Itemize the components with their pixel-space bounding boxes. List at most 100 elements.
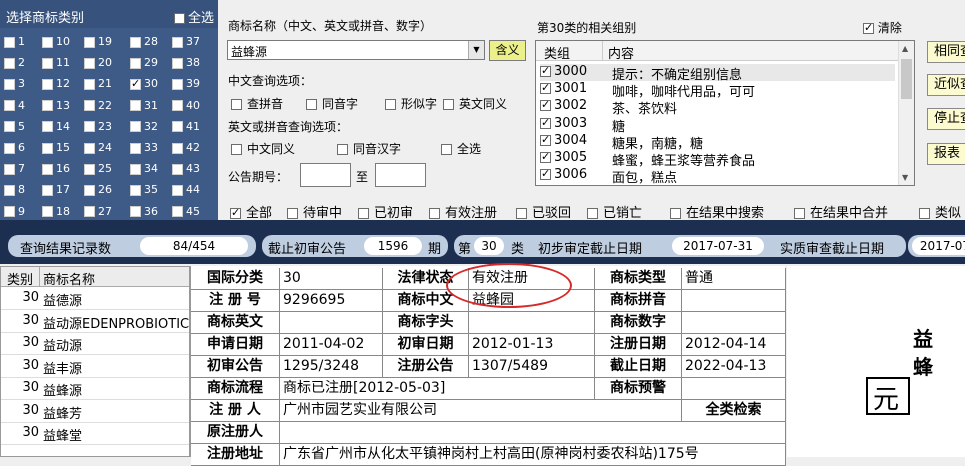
class-option-24[interactable]: 24 (84, 141, 112, 154)
cn-option-checkbox[interactable] (443, 99, 454, 110)
filter-6[interactable]: 在结果中搜索 (670, 202, 764, 221)
class-option-2[interactable]: 2 (4, 56, 25, 69)
group-checkbox[interactable] (540, 81, 551, 95)
class-option-25[interactable]: 25 (84, 162, 112, 175)
class-option-41[interactable]: 41 (172, 120, 200, 133)
class-checkbox[interactable] (42, 36, 53, 48)
same-search-button[interactable]: 相同查 (927, 41, 965, 63)
class-option-29[interactable]: 29 (130, 56, 158, 69)
class-option-20[interactable]: 20 (84, 56, 112, 69)
group-row[interactable]: 3000提示：不确定组别信息 (540, 64, 895, 83)
class-checkbox[interactable] (42, 100, 53, 112)
class-checkbox[interactable] (4, 206, 15, 218)
class-option-19[interactable]: 19 (84, 35, 112, 48)
class-option-28[interactable]: 28 (130, 35, 158, 48)
class-option-3[interactable]: 3 (4, 77, 25, 90)
similar-search-button[interactable]: 近似查 (927, 74, 965, 96)
class-checkbox[interactable] (130, 36, 141, 48)
class-option-4[interactable]: 4 (4, 99, 25, 112)
filter-5[interactable]: 已销亡 (587, 202, 642, 221)
class-checkbox[interactable] (4, 163, 15, 175)
class-checkbox[interactable] (172, 184, 183, 196)
cn-option-checkbox[interactable] (231, 99, 242, 110)
scroll-down-icon[interactable]: ▼ (902, 173, 908, 182)
filter-checkbox[interactable] (230, 206, 241, 220)
list-item[interactable]: 30 益丰源 (1, 355, 189, 378)
cn-option-3[interactable]: 英文同义 (443, 95, 507, 112)
class-checkbox[interactable] (84, 206, 95, 218)
filter-2[interactable]: 已初审 (358, 202, 413, 221)
class-option-21[interactable]: 21 (84, 77, 112, 90)
all-class-search-button[interactable]: 全类检索 (682, 400, 786, 422)
class-option-1[interactable]: 1 (4, 35, 25, 48)
class-checkbox[interactable] (130, 206, 141, 218)
class-checkbox[interactable] (172, 142, 183, 154)
class-checkbox[interactable] (172, 36, 183, 48)
class-option-16[interactable]: 16 (42, 162, 70, 175)
list-item[interactable]: 30 益动源 (1, 332, 189, 355)
filter-checkbox[interactable] (587, 208, 598, 219)
class-option-40[interactable]: 40 (172, 99, 200, 112)
class-option-15[interactable]: 15 (42, 141, 70, 154)
filter-checkbox[interactable] (794, 208, 805, 219)
class-checkbox[interactable] (84, 100, 95, 112)
class-checkbox[interactable] (42, 163, 53, 175)
class-option-30[interactable]: 30 (130, 77, 158, 91)
class-checkbox[interactable] (84, 163, 95, 175)
class-checkbox[interactable] (130, 142, 141, 154)
class-option-17[interactable]: 17 (42, 183, 70, 196)
class-option-5[interactable]: 5 (4, 120, 25, 133)
class-option-31[interactable]: 31 (130, 99, 158, 112)
group-checkbox[interactable] (540, 116, 551, 130)
class-option-32[interactable]: 32 (130, 120, 158, 133)
group-list-scrollbar[interactable]: ▲ ▼ (898, 41, 914, 185)
list-item[interactable]: 30 益蜂芳 (1, 400, 189, 423)
class-checkbox[interactable] (172, 121, 183, 133)
class-checkbox[interactable] (84, 57, 95, 69)
en-option-2[interactable]: 全选 (441, 140, 481, 157)
class-checkbox[interactable] (4, 100, 15, 112)
stop-search-button[interactable]: 停止查 (927, 108, 965, 130)
list-item[interactable]: 30 益德源 (1, 287, 189, 310)
class-checkbox[interactable] (4, 36, 15, 48)
filter-checkbox[interactable] (358, 208, 369, 219)
class-checkbox[interactable] (130, 163, 141, 175)
class-checkbox[interactable] (84, 184, 95, 196)
report-button[interactable]: 报表 (927, 143, 965, 165)
class-option-34[interactable]: 34 (130, 162, 158, 175)
group-checkbox[interactable] (540, 64, 551, 78)
cn-option-checkbox[interactable] (306, 99, 317, 110)
en-option-checkbox[interactable] (441, 144, 452, 155)
clear-option[interactable]: 清除 (863, 19, 902, 36)
class-option-18[interactable]: 18 (42, 205, 70, 218)
class-checkbox[interactable] (84, 78, 95, 90)
class-option-22[interactable]: 22 (84, 99, 112, 112)
class-checkbox[interactable] (4, 121, 15, 133)
class-checkbox[interactable] (42, 78, 53, 90)
filter-checkbox[interactable] (919, 208, 930, 219)
class-checkbox[interactable] (4, 184, 15, 196)
class-option-11[interactable]: 11 (42, 56, 70, 69)
class-checkbox[interactable] (42, 57, 53, 69)
class-option-26[interactable]: 26 (84, 183, 112, 196)
class-checkbox[interactable] (42, 121, 53, 133)
class-checkbox[interactable] (84, 142, 95, 154)
group-checkbox[interactable] (540, 167, 551, 181)
select-all-checkbox[interactable] (173, 13, 185, 24)
class-checkbox[interactable] (42, 206, 53, 218)
class-checkbox[interactable] (130, 77, 141, 91)
class-checkbox[interactable] (130, 57, 141, 69)
result-list[interactable]: 类别 商标名称 30 益德源 30 益动源EDENPROBIOTIC 30 益动源 30 益丰… (0, 266, 190, 457)
class-option-10[interactable]: 10 (42, 35, 70, 48)
class-option-23[interactable]: 23 (84, 120, 112, 133)
issue-to-input[interactable] (375, 163, 426, 187)
scroll-thumb[interactable] (901, 59, 912, 99)
class-option-45[interactable]: 45 (172, 205, 200, 218)
class-checkbox[interactable] (84, 121, 95, 133)
class-checkbox[interactable] (4, 78, 15, 90)
class-option-35[interactable]: 35 (130, 183, 158, 196)
list-item[interactable]: 30 益蜂源 (1, 377, 189, 400)
class-checkbox[interactable] (172, 100, 183, 112)
class-checkbox[interactable] (172, 206, 183, 218)
list-item[interactable]: 30 益动源EDENPROBIOTIC (1, 310, 189, 333)
